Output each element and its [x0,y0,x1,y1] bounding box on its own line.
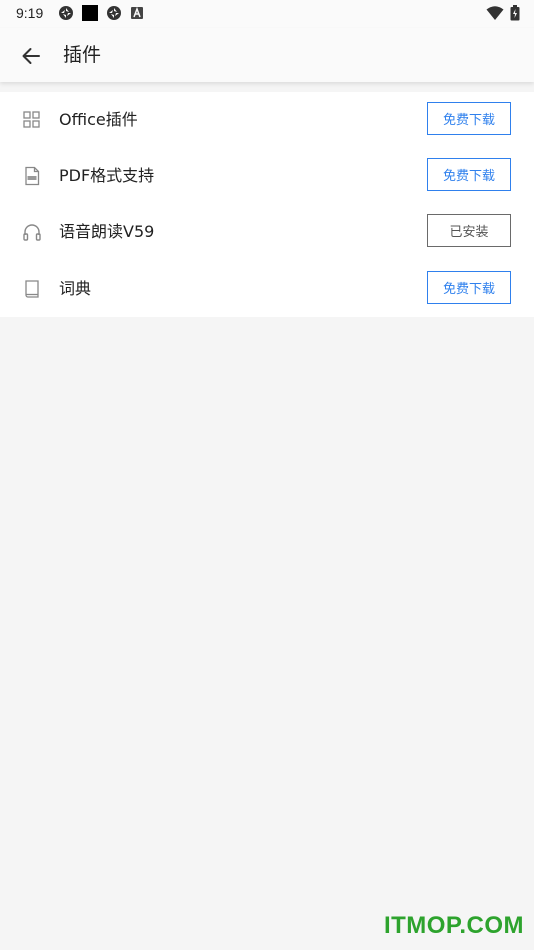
list-item: Office插件 免费下载 [0,92,534,148]
download-button[interactable]: 免费下载 [427,158,511,191]
app-bar: 插件 [0,28,534,82]
book-icon [25,280,39,298]
list-item: 语音朗读V59 已安装 [0,204,534,260]
plugin-name: Office插件 [59,110,138,129]
status-icons-left [58,5,144,21]
arrow-left-icon [22,48,40,64]
download-button[interactable]: 免费下载 [427,102,511,135]
list-item: PDF格式支持 免费下载 [0,148,534,204]
plugin-name: 语音朗读V59 [59,222,155,241]
headphones-icon [23,224,41,241]
status-bar: 9:19 [0,0,534,28]
aperture-icon [107,6,121,20]
pdf-file-icon [25,166,40,186]
black-square-icon [82,5,98,21]
watermark: ITMOP.COM [383,912,524,939]
office-grid-icon [23,111,40,128]
status-time: 9:19 [16,5,44,21]
download-button[interactable]: 免费下载 [427,271,511,304]
wifi-icon [486,6,504,20]
plugin-name: 词典 [59,279,92,298]
plugin-list: Office插件 免费下载 PDF格式支持 免费下载 语音朗读V59 已安装 词… [0,92,534,317]
status-icons-right [486,5,520,21]
a-badge-icon [131,6,143,19]
page-title: 插件 [63,44,102,66]
plugin-name: PDF格式支持 [59,166,155,185]
aperture-icon [59,6,73,20]
list-item: 词典 免费下载 [0,261,534,317]
back-button[interactable] [16,41,46,71]
installed-button[interactable]: 已安装 [427,214,511,247]
battery-icon [510,5,520,21]
